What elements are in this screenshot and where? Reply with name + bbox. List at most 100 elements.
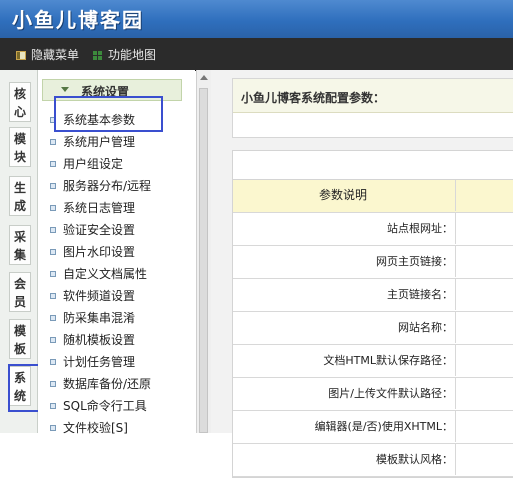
menu-item-highlight [54,96,163,132]
param-label: 模板默认风格： [376,453,453,466]
menu-item-label: 服务器分布/远程 [63,179,152,193]
scroll-up-arrow-icon[interactable] [200,75,208,80]
bullet-icon [50,183,56,189]
bullet-icon [50,337,56,343]
menu-scrollbar[interactable] [196,70,211,433]
grid-map-icon [93,51,103,60]
tab-label: 生成 [13,181,26,213]
menu-item-label: 用户组设定 [63,157,124,171]
bullet-icon [50,161,56,167]
param-label: 编辑器(是/否)使用XHTML： [314,420,453,433]
param-desc-header: 参数说明 [318,188,367,202]
menu-item-label: 防采集串混淆 [63,311,136,325]
main-content: 小鱼儿博客系统配置参数： 参数说明 站点根网址： 网页主页链接： 主页链接名： … [211,70,513,478]
col-divider [455,279,456,310]
menu-item-label: 自定义文档属性 [63,267,148,281]
bullet-icon [50,205,56,211]
scroll-thumb[interactable] [199,88,208,433]
hide-menu-label: 隐藏菜单 [31,48,80,62]
param-label: 网站名称： [398,321,453,334]
table-top-bar [233,151,513,180]
col-divider [455,246,456,277]
config-title: 小鱼儿博客系统配置参数： [241,91,386,105]
table-row: 图片/上传文件默认路径： [233,378,513,411]
bullet-icon [50,249,56,255]
tab-label: 模板 [13,324,26,356]
table-row: 模板默认风格： [233,444,513,477]
tab-collect[interactable]: 采集 [9,225,31,265]
bullet-icon [50,293,56,299]
bullet-icon [50,359,56,365]
menu-item-label: 系统日志管理 [63,201,136,215]
tab-generate[interactable]: 生成 [9,176,31,216]
tab-label: 模块 [13,132,26,164]
bullet-icon [50,227,56,233]
menu-item-label: 软件频道设置 [63,289,136,303]
collapse-arrow-icon [61,87,69,92]
param-label: 站点根网址： [387,222,453,235]
tab-label: 会员 [13,277,26,309]
tab-templates[interactable]: 模板 [9,319,31,359]
param-label: 网页主页链接： [376,255,453,268]
table-row: 主页链接名： [233,279,513,312]
col-divider [455,213,456,244]
site-header: 小鱼儿博客园 [0,0,513,38]
menu-item-random-template[interactable]: 随机模板设置 [50,329,135,351]
table-row: 网页主页链接： [233,246,513,279]
menu-item-label: 图片水印设置 [63,245,136,259]
menu-item-label: 随机模板设置 [63,333,136,347]
sitemap-label: 功能地图 [108,48,157,62]
top-toolbar: 隐藏菜单 功能地图 [0,38,513,71]
tab-label: 采集 [13,230,26,262]
bullet-icon [50,403,56,409]
menu-item-label: 验证安全设置 [63,223,136,237]
tab-label: 核心 [13,87,26,119]
hide-menu-button[interactable]: 隐藏菜单 [16,46,79,63]
menu-item-doc-attrs[interactable]: 自定义文档属性 [50,263,147,285]
menu-item-label: 系统用户管理 [63,135,136,149]
config-box: 小鱼儿博客系统配置参数： [232,78,513,138]
menu-item-servers[interactable]: 服务器分布/远程 [50,175,151,197]
bullet-icon [50,139,56,145]
table-row: 网站名称： [233,312,513,345]
menu-item-security[interactable]: 验证安全设置 [50,219,135,241]
bullet-icon [50,271,56,277]
menu-item-sql-tool[interactable]: SQL命令行工具 [50,395,147,417]
tab-modules[interactable]: 模块 [9,127,31,167]
menu-item-software-channel[interactable]: 软件频道设置 [50,285,135,307]
table-row: 文档HTML默认保存路径： [233,345,513,378]
sitemap-button[interactable]: 功能地图 [93,46,156,63]
param-label: 文档HTML默认保存路径： [323,354,453,367]
tab-members[interactable]: 会员 [9,272,31,312]
table-row: 站点根网址： [233,213,513,246]
col-divider [455,411,456,442]
menu-item-db-backup[interactable]: 数据库备份/还原 [50,373,151,395]
bullet-icon [50,381,56,387]
menu-item-label: SQL命令行工具 [63,399,147,413]
menu-item-users[interactable]: 系统用户管理 [50,131,135,153]
menu-item-label: 计划任务管理 [63,355,136,369]
bullet-icon [50,315,56,321]
table-header-row: 参数说明 [233,180,513,213]
menu-item-logs[interactable]: 系统日志管理 [50,197,135,219]
col-divider [455,345,456,376]
config-title-bar: 小鱼儿博客系统配置参数： [233,79,513,113]
table-row: 编辑器(是/否)使用XHTML： [233,411,513,444]
menu-item-watermark[interactable]: 图片水印设置 [50,241,135,263]
param-label: 图片/上传文件默认路径： [328,387,453,400]
bullet-icon [50,425,56,431]
col-divider [455,444,456,475]
config-table: 参数说明 站点根网址： 网页主页链接： 主页链接名： 网站名称： 文档HTML默… [232,150,513,478]
col-divider [455,312,456,343]
col-divider [455,180,456,211]
tab-core[interactable]: 核心 [9,82,31,122]
col-divider [455,378,456,409]
menu-item-user-groups[interactable]: 用户组设定 [50,153,123,175]
menu-item-label: 数据库备份/还原 [63,377,152,391]
menu-item-anti-scrape[interactable]: 防采集串混淆 [50,307,135,329]
menu-item-file-check[interactable]: 文件校验[S] [50,417,128,439]
param-label: 主页链接名： [387,288,453,301]
menu-item-scheduled-tasks[interactable]: 计划任务管理 [50,351,135,373]
site-title: 小鱼儿博客园 [12,8,144,32]
menu-icon [16,51,26,60]
